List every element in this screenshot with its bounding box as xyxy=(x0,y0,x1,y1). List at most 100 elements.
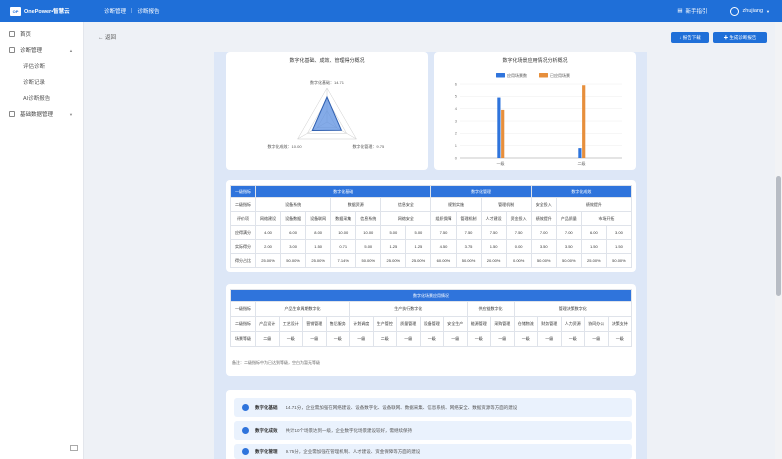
radar-card: 数字化基础、成效、管理得分概况 数字化基础：14.71 数字化成效：10.00 … xyxy=(226,52,428,170)
table-cell: 安全生产 xyxy=(443,316,468,332)
table-cell: 3.50 xyxy=(555,239,582,254)
radar-label-effect: 数字化成效：10.00 xyxy=(268,143,303,149)
table-cell: 2.00 xyxy=(254,239,282,254)
help-label: 新手指引 xyxy=(685,9,708,15)
back-button[interactable]: ← 返回 xyxy=(98,33,116,41)
table-header-row: 数字化场景应用情况 xyxy=(230,289,632,302)
table-cell: 数据资源 xyxy=(330,197,382,212)
breadcrumb-item[interactable]: 诊断管理 xyxy=(104,7,126,15)
table-cell: 管理机制 xyxy=(480,197,532,212)
summary-label: 数字化基础 xyxy=(255,404,278,410)
scrollbar-thumb[interactable] xyxy=(776,176,781,296)
table-cell: 60.00% xyxy=(430,253,457,268)
table-cell: 数字化基础 xyxy=(254,185,432,198)
table-cell: 一级 xyxy=(466,331,491,347)
table-cell: 一级指标 xyxy=(230,301,256,317)
table-cell: 4.50 xyxy=(430,239,457,254)
user-avatar-icon xyxy=(729,6,739,16)
summary-row: 数字化成效 共计10个场景达到一级，企业数字化场景建设较好，需继续保持 xyxy=(234,421,632,440)
table-cell: 能源管理 xyxy=(466,316,491,332)
table-cell: 50.00% xyxy=(280,253,307,268)
sidebar-subitem-assessment[interactable]: 评估诊断 xyxy=(0,58,83,74)
radar-chart: 数字化基础：14.71 数字化成效：10.00 数字化管理：9.75 xyxy=(268,79,385,149)
table-cell: 25.00% xyxy=(405,253,432,268)
user-name: zhujiang xyxy=(742,8,764,14)
summary-label: 数字化管理 xyxy=(255,448,278,454)
sidebar-item-label: 基础数据管理 xyxy=(20,112,54,118)
table-cell: 25.00% xyxy=(380,253,407,268)
brand-logo[interactable]: OP OnePower•智慧云 xyxy=(10,6,90,16)
table-cell: 一级 xyxy=(537,331,562,347)
table-row: 场景等级 二级 一级 一级 一级 一级 二级 一级 一级 一级 一级 一级 一级… xyxy=(230,331,632,347)
table-cell: 安全投入 xyxy=(530,197,557,212)
table-cell: 数字化成效 xyxy=(530,185,633,198)
table-cell: 实际得分 xyxy=(230,239,256,254)
table-cell: 组织保障 xyxy=(430,211,457,226)
table-cell: 绩效提升 xyxy=(530,211,557,226)
table-cell: 产品设计 xyxy=(255,316,280,332)
document-icon xyxy=(9,111,15,117)
table-note: 备注：二级指标中为已达到等级，空白为暂无等级 xyxy=(232,360,320,365)
table-row: 评价项 网络建设 设备数据 设备联网 数据采集 信息系统 网络安全 组织保障 管… xyxy=(230,211,633,226)
table-cell: 计划调度 xyxy=(349,316,374,332)
sidebar-subitem-ai-report[interactable]: AI诊断报告 xyxy=(0,90,83,106)
table-cell: 信息安全 xyxy=(380,197,432,212)
breadcrumb: 诊断管理 | 诊断报告 xyxy=(104,7,159,15)
table-cell: 资金投入 xyxy=(505,211,532,226)
summary-text: 共计10个场景达到一级，企业数字化场景建设较好，需继续保持 xyxy=(285,427,413,433)
table-cell: 一级 xyxy=(278,331,303,347)
sidebar-item-base-data[interactable]: 基础数据管理 ▼ xyxy=(0,106,83,122)
collapse-sidebar-icon[interactable] xyxy=(70,445,78,451)
table-cell: 7.50 xyxy=(455,225,482,240)
foundation-icon xyxy=(242,404,249,411)
sidebar-subitem-records[interactable]: 诊断记录 xyxy=(0,74,83,90)
generate-report-button[interactable]: ✚ 生成诊断报告 xyxy=(713,32,767,43)
table-cell: 1.50 xyxy=(480,239,507,254)
radar-area xyxy=(311,95,343,132)
table-cell: 设备系统 xyxy=(254,197,332,212)
table-cell: 5.00 xyxy=(405,225,432,240)
user-menu[interactable]: zhujiang ▼ xyxy=(729,6,770,16)
table-cell: 一级 xyxy=(584,331,609,347)
table-cell: 网络安全 xyxy=(380,211,432,226)
table-cell: 一级 xyxy=(443,331,468,347)
table-cell: 信息系统 xyxy=(355,211,382,226)
table-row: 二级指标 产品设计 工艺设计 营销管理 售后服务 计划调度 生产管控 质量管理 … xyxy=(230,316,632,332)
y-tick-label: 1 xyxy=(455,143,458,148)
table-cell: 50.00% xyxy=(530,253,557,268)
table-cell: 8.00 xyxy=(305,225,332,240)
table-cell: 得分占比 xyxy=(230,253,256,268)
table-header-row: 一级指标 数字化基础 数字化管理 数字化成效 xyxy=(230,185,633,198)
download-report-button[interactable]: ↓ 报告下载 xyxy=(671,32,709,43)
brand-name: OnePower•智慧云 xyxy=(24,9,70,15)
effect-icon xyxy=(242,427,249,434)
breadcrumb-item[interactable]: 诊断报告 xyxy=(137,7,159,15)
sidebar-item-diagnosis[interactable]: 诊断管理 ▲ xyxy=(0,42,83,58)
scrollbar-track[interactable] xyxy=(775,22,782,459)
summary-text: 14.71分，企业需加强在网络建设、设备数字化、设备联网、数据采集、信息系统、网… xyxy=(285,404,518,410)
breadcrumb-separator: | xyxy=(131,8,133,14)
table-cell: 一级 xyxy=(490,331,515,347)
help-link[interactable]: ▤ 新手指引 xyxy=(677,7,707,15)
table-cell: 供应链数字化 xyxy=(466,301,515,317)
table-cell: 3.00 xyxy=(605,225,633,240)
table-cell: 人力资源 xyxy=(560,316,585,332)
table-cell: 7.50 xyxy=(480,225,507,240)
table-cell: 规划实施 xyxy=(430,197,482,212)
table-cell: 5.00 xyxy=(355,239,382,254)
table-cell: 6.00 xyxy=(580,225,607,240)
table-cell: 评价项 xyxy=(230,211,256,226)
table-cell: 二级指标 xyxy=(230,316,256,332)
bar-1-1 xyxy=(582,85,586,158)
table-cell: 一级 xyxy=(513,331,538,347)
table-cell: 协同办公 xyxy=(584,316,609,332)
table-cell: 产品质量 xyxy=(555,211,582,226)
table-cell: 0.00 xyxy=(505,239,532,254)
table-cell: 一级指标 xyxy=(230,185,256,198)
sidebar-item-home[interactable]: 首页 xyxy=(0,26,83,42)
table-row: 得分占比 25.00% 50.00% 25.00% 7.14% 50.00% 2… xyxy=(230,253,633,268)
table-cell: 应得满分 xyxy=(230,225,256,240)
table-row: 实际得分 2.00 3.00 1.50 0.71 5.00 1.25 1.25 … xyxy=(230,239,633,254)
table-cell: 市场开拓 xyxy=(580,211,633,226)
logo-icon: OP xyxy=(10,6,21,16)
